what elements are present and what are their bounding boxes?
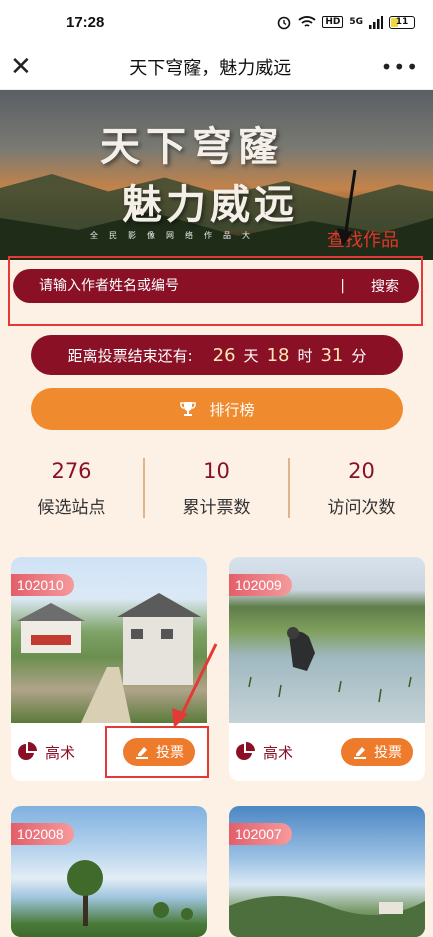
work-id-badge: 102009 bbox=[229, 574, 292, 596]
stat-votes: 10 累计票数 bbox=[145, 459, 288, 518]
network-label: 5G bbox=[349, 17, 363, 27]
stat-label: 候选站点 bbox=[37, 497, 106, 518]
stat-value: 20 bbox=[348, 458, 375, 483]
search-bar: | 搜索 bbox=[13, 269, 419, 303]
ranking-label: 排行榜 bbox=[209, 400, 255, 419]
card-footer: 高术 投票 bbox=[229, 723, 425, 781]
annotation-arrow bbox=[172, 643, 218, 728]
search-divider: | bbox=[340, 278, 345, 294]
wifi-icon bbox=[298, 16, 316, 27]
work-card[interactable]: 102007 bbox=[229, 806, 425, 937]
countdown-timer: 距离投票结束还有: 26 天 18 时 31 分 bbox=[31, 335, 403, 375]
banner-title-line1: 天下穹窿 bbox=[100, 123, 284, 170]
signal-icon bbox=[369, 15, 383, 29]
close-icon[interactable]: ✕ bbox=[10, 54, 40, 80]
stat-visits: 20 访问次数 bbox=[290, 459, 433, 518]
hero-banner: 天下穹窿 魅力威远 全民影像网络作品大 查找作品 bbox=[0, 90, 433, 260]
pie-chart-icon bbox=[236, 742, 255, 760]
banner-subtitle: 全民影像网络作品大 bbox=[90, 231, 261, 240]
work-card[interactable]: 102009 高术 投票 bbox=[229, 557, 425, 781]
trophy-icon bbox=[180, 402, 197, 416]
work-id-badge: 102010 bbox=[11, 574, 74, 596]
stat-label: 访问次数 bbox=[327, 497, 396, 518]
countdown-hours-unit: 时 bbox=[297, 346, 313, 365]
page-title: 天下穹窿，魅力威远 bbox=[129, 57, 292, 79]
countdown-hours: 18 bbox=[266, 344, 290, 366]
author: 高术 bbox=[235, 742, 293, 763]
hd-badge: HD bbox=[322, 16, 344, 28]
vote-icon bbox=[354, 747, 366, 759]
stat-candidates: 276 候选站点 bbox=[0, 459, 143, 518]
countdown-minutes-unit: 分 bbox=[351, 346, 367, 365]
countdown-label: 距离投票结束还有: bbox=[67, 346, 193, 365]
stat-value: 276 bbox=[51, 458, 92, 483]
work-photo[interactable]: 102008 bbox=[11, 806, 207, 937]
search-input[interactable] bbox=[39, 278, 315, 294]
vote-button[interactable]: 投票 bbox=[341, 738, 413, 766]
status-icons: HD 5G 11 bbox=[276, 14, 415, 30]
work-id-badge: 102008 bbox=[11, 823, 74, 845]
countdown-days-unit: 天 bbox=[243, 346, 259, 365]
work-photo[interactable]: 102009 bbox=[229, 557, 425, 723]
battery-icon: 11 bbox=[389, 15, 415, 29]
more-icon[interactable]: ••• bbox=[381, 55, 419, 79]
banner-title-line2: 魅力威远 bbox=[122, 181, 298, 228]
pie-chart-icon bbox=[18, 742, 37, 760]
nav-bar: ✕ 天下穹窿，魅力威远 ••• bbox=[0, 44, 433, 90]
status-time: 17:28 bbox=[66, 13, 105, 31]
countdown-days: 26 bbox=[212, 344, 236, 366]
stat-value: 10 bbox=[203, 458, 230, 483]
status-bar: 17:28 HD 5G 11 bbox=[0, 0, 433, 44]
vote-label: 投票 bbox=[374, 745, 402, 761]
ranking-button[interactable]: 排行榜 bbox=[31, 388, 403, 430]
stat-label: 累计票数 bbox=[182, 497, 251, 518]
author-name: 高术 bbox=[45, 743, 76, 762]
author: 高术 bbox=[17, 742, 75, 763]
countdown-minutes: 31 bbox=[320, 344, 344, 366]
work-card[interactable]: 102008 bbox=[11, 806, 207, 937]
work-id-badge: 102007 bbox=[229, 823, 292, 845]
annotation-arrow bbox=[337, 169, 357, 246]
work-photo[interactable]: 102007 bbox=[229, 806, 425, 937]
alarm-icon bbox=[278, 16, 291, 30]
search-button[interactable]: 搜索 bbox=[371, 276, 399, 296]
vote-highlight-box bbox=[105, 726, 209, 778]
stats-row: 276 候选站点 10 累计票数 20 访问次数 bbox=[0, 452, 433, 524]
author-name: 高术 bbox=[263, 743, 294, 762]
